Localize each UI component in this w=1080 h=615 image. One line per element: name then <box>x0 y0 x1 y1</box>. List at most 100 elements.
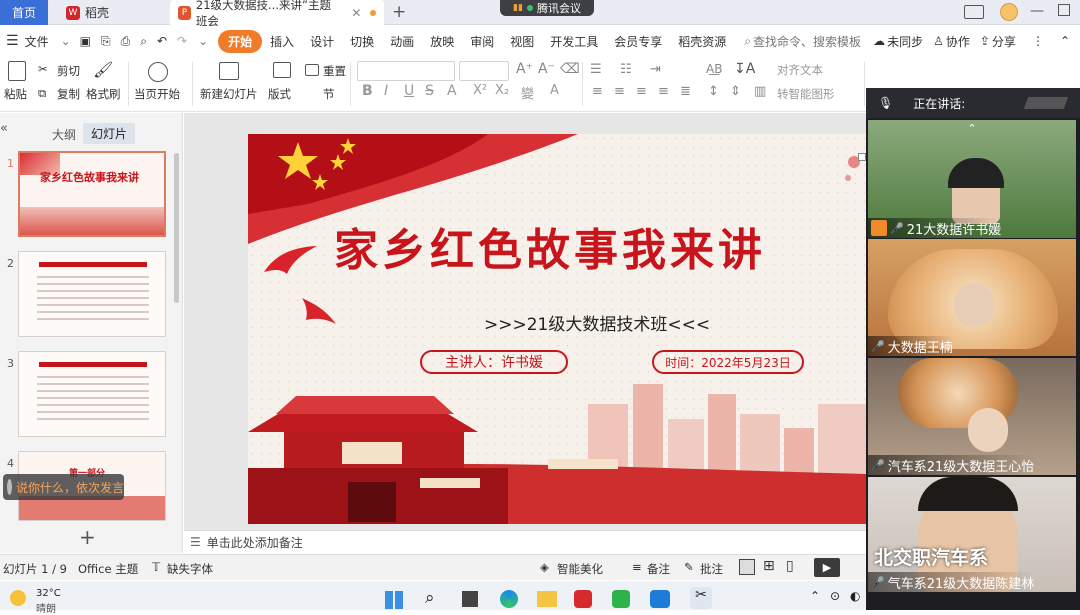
video-tile-2[interactable]: 🎤 大数据王楠 <box>868 239 1076 356</box>
task-view-icon[interactable] <box>462 591 478 607</box>
format-painter-button[interactable]: 格式刷 <box>86 86 121 102</box>
slide-resize-handle[interactable] <box>858 153 866 161</box>
font-size-select[interactable] <box>459 61 509 81</box>
line-spacing-icon[interactable]: ↕ <box>708 84 719 99</box>
new-slide-icon[interactable] <box>219 62 239 80</box>
reading-view-icon[interactable]: ▯ <box>786 558 794 574</box>
menu-member[interactable]: 会员专享 <box>606 33 670 50</box>
menu-view[interactable]: 视图 <box>502 33 542 50</box>
file-explorer-icon[interactable] <box>537 591 557 607</box>
new-tab-button[interactable]: + <box>392 2 406 22</box>
collapse-video-icon[interactable]: ⌃ <box>868 122 1076 136</box>
distribute-icon[interactable]: ≣ <box>680 84 691 99</box>
video-tile-4[interactable]: 北交职汽车系 🎤 气车系21级大数据陈建林 <box>868 477 1076 592</box>
decrease-font-icon[interactable]: A⁻ <box>538 61 555 77</box>
indent-icon[interactable]: ⇥ <box>650 62 661 77</box>
undo-icon[interactable]: ↶ <box>152 34 172 48</box>
redo-icon[interactable]: ↷ <box>172 34 192 48</box>
restore-icon[interactable] <box>1058 4 1070 16</box>
tab-home[interactable]: 首页 <box>0 0 48 25</box>
edge-browser-icon[interactable] <box>500 590 518 608</box>
menu-file[interactable]: 文件 <box>23 33 57 50</box>
align-text-button[interactable]: 对齐文本 <box>777 62 823 78</box>
slide-thumbnail-3[interactable] <box>18 351 166 437</box>
italic-button[interactable]: I <box>384 83 388 99</box>
command-search-input[interactable]: 查找命令、搜索模板 <box>753 33 869 50</box>
slide-title[interactable]: 家乡红色故事我来讲 <box>334 214 766 278</box>
highlight-icon[interactable]: A <box>550 83 559 98</box>
bold-button[interactable]: B <box>362 83 373 99</box>
theme-name[interactable]: Office 主题 <box>78 561 138 577</box>
section-button[interactable]: 节 <box>323 86 335 102</box>
video-tile-3[interactable]: 🎤 汽车系21级大数据王心怡 <box>868 358 1076 475</box>
tray-shield-icon[interactable]: ◐ <box>850 589 860 603</box>
tray-app-icon[interactable]: ⊙ <box>830 589 840 603</box>
underline-button[interactable]: U <box>404 83 414 99</box>
paste-icon[interactable] <box>8 61 26 81</box>
tab-slides[interactable]: 幻灯片 <box>83 123 136 144</box>
columns-icon[interactable]: ▥ <box>754 84 766 99</box>
user-avatar[interactable] <box>1000 3 1018 21</box>
panel-scrollbar[interactable] <box>174 153 179 303</box>
missing-font-button[interactable]: 缺失字体 <box>167 561 213 577</box>
align-left-icon[interactable]: ≡ <box>592 84 603 99</box>
tab-docer[interactable]: W 稻壳 <box>58 0 168 25</box>
weather-temperature[interactable]: 32°C <box>36 588 61 599</box>
weather-condition[interactable]: 晴朗 <box>36 600 56 615</box>
collapse-ribbon-icon[interactable]: ⌃ <box>1052 34 1080 48</box>
para-spacing-icon[interactable]: ⇕ <box>730 84 741 99</box>
close-tab-icon[interactable]: ✕ <box>351 6 361 20</box>
align-right-icon[interactable]: ≡ <box>636 84 647 99</box>
convert-smartart-button[interactable]: 转智能图形 <box>777 86 835 102</box>
reset-button[interactable]: 重置 <box>323 63 346 79</box>
paste-button[interactable]: 粘贴 <box>4 86 27 102</box>
menu-design[interactable]: 设计 <box>302 33 342 50</box>
text-style-icon[interactable]: A͟B <box>706 62 722 76</box>
normal-view-icon[interactable] <box>739 559 755 575</box>
shadow-text-icon[interactable]: A <box>447 83 457 99</box>
share-button[interactable]: 分享 <box>992 33 1024 50</box>
wps-office-icon[interactable] <box>574 590 592 608</box>
cut-button[interactable]: 剪切 <box>57 63 80 79</box>
save-icon[interactable]: ▣ <box>75 34 96 48</box>
menu-animation[interactable]: 动画 <box>382 33 422 50</box>
increase-font-icon[interactable]: A⁺ <box>516 61 533 77</box>
slide-thumbnail-1[interactable]: 家乡红色故事我来讲 <box>18 151 166 237</box>
slide-subtitle[interactable]: >>>21级大数据技术班<<< <box>484 310 710 335</box>
bullet-list-icon[interactable]: ☰ <box>590 62 602 77</box>
notes-area[interactable]: ☰ 单击此处添加备注 <box>184 530 866 553</box>
print-icon[interactable]: ⎙ <box>116 34 136 49</box>
snipping-tool-icon[interactable]: ✂ <box>690 587 712 609</box>
numbered-list-icon[interactable]: ☷ <box>620 62 632 77</box>
text-direction-icon[interactable]: ↧A <box>734 61 755 77</box>
clear-format-icon[interactable]: ⌫ <box>560 61 580 77</box>
play-from-current-button[interactable]: 当页开始 <box>134 86 180 102</box>
more-icon[interactable]: ⋮ <box>1024 34 1052 48</box>
menu-slideshow[interactable]: 放映 <box>422 33 462 50</box>
tencent-meeting-taskbar-icon[interactable] <box>650 590 670 608</box>
media-player-icon[interactable] <box>612 590 630 608</box>
superscript-icon[interactable]: X² <box>473 83 487 98</box>
copy-button[interactable]: 复制 <box>57 86 80 102</box>
new-slide-button[interactable]: 新建幻灯片 <box>200 86 258 102</box>
add-slide-button[interactable]: + <box>79 525 96 549</box>
window-layout-icon[interactable] <box>964 5 984 19</box>
chevron-down-icon[interactable]: ⌄ <box>57 34 75 48</box>
preview-icon[interactable]: ⌕ <box>135 34 152 49</box>
video-tile-1[interactable]: ⌃ 🎤 21大数据许书媛 <box>868 120 1076 238</box>
meeting-indicator[interactable]: ▮▮ 腾讯会议 <box>500 0 594 16</box>
export-icon[interactable]: ⎘ <box>96 34 116 49</box>
smart-beautify-button[interactable]: 智能美化 <box>557 561 603 577</box>
windows-start-icon[interactable] <box>385 591 403 609</box>
tray-chevron-icon[interactable]: ⌃ <box>810 589 820 603</box>
slide-canvas[interactable]: 家乡红色故事我来讲 >>>21级大数据技术班<<< 主讲人：许书媛 时间：202… <box>248 134 866 524</box>
menu-docer-resources[interactable]: 稻壳资源 <box>670 33 734 50</box>
tab-outline[interactable]: 大纲 <box>52 126 76 143</box>
menu-home[interactable]: 开始 <box>218 29 263 53</box>
layout-button[interactable]: 版式 <box>268 86 291 102</box>
char-spacing-icon[interactable]: 變 <box>521 83 534 102</box>
strikethrough-button[interactable]: S <box>425 83 434 99</box>
collab-button[interactable]: 协作 <box>946 33 978 50</box>
menu-developer[interactable]: 开发工具 <box>542 33 606 50</box>
comments-button[interactable]: 批注 <box>700 561 723 577</box>
